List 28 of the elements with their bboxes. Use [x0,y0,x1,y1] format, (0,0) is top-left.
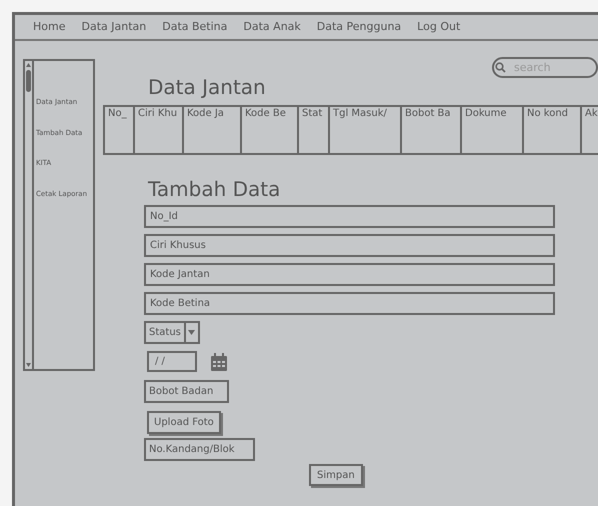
column-header: No_ [107,107,128,121]
status-dropdown[interactable]: Status [144,321,200,344]
column-header: Kode Be [244,107,287,121]
input-field[interactable]: Kode Jantan [144,263,555,286]
input-field[interactable]: Ciri Khusus [144,234,555,257]
input-field[interactable]: No.Kandang/Blok [144,438,255,461]
column-header: Bobot Ba [404,107,452,121]
form-title: Tambah Data [148,177,282,201]
upload-button[interactable]: Upload Foto [147,411,221,434]
column-header: Dokume [464,107,508,121]
column-header: Kode Ja [186,107,225,121]
input-field[interactable]: Bobot Badan [144,380,229,403]
nav-link[interactable]: Data Jantan [81,18,146,36]
nav-link[interactable]: Data Betina [162,18,228,36]
input-field[interactable]: Kode Betina [144,292,555,315]
date-field[interactable]: / / [147,351,197,372]
column-header: No kond [526,107,570,121]
column-header: Tgl Masuk/ [332,107,388,121]
nav-link[interactable]: Home [33,18,66,36]
input-field[interactable]: No_Id [144,205,555,228]
column-header: Ciri Khu [137,107,178,121]
nav-link[interactable]: Log Out [417,18,460,36]
save-button[interactable]: Simpan [309,464,363,486]
column-header: Stat [301,107,324,121]
column-header: Ak [584,107,598,121]
nav-link[interactable]: Data Pengguna [316,18,402,36]
page-title: Data Jantan [148,75,267,99]
nav-link[interactable]: Data Anak [243,18,301,36]
